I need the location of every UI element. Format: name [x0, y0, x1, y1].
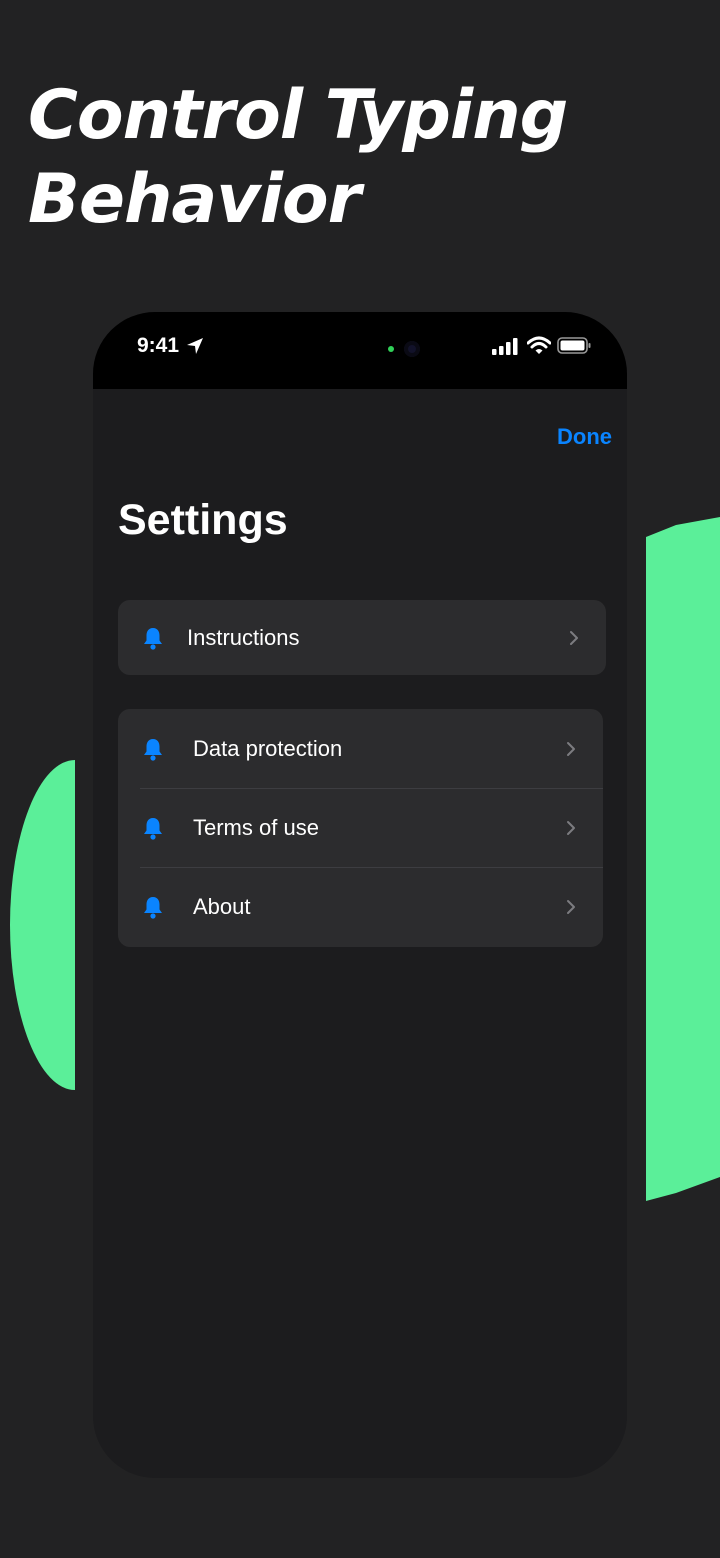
battery-icon [557, 337, 591, 354]
bell-icon [144, 817, 162, 840]
settings-row-label: Instructions [187, 624, 300, 650]
settings-row-label: About [193, 893, 251, 919]
decorative-green-shape-left [10, 760, 75, 1090]
headline-line-2: Behavior [28, 160, 361, 239]
headline: Control Typing Behavior [28, 74, 568, 242]
wifi-icon [527, 336, 551, 354]
chevron-right-icon [567, 741, 575, 756]
settings-row-label: Terms of use [193, 814, 319, 840]
settings-row-about[interactable]: About [118, 867, 603, 946]
bell-icon [144, 738, 162, 761]
settings-row-data-protection[interactable]: Data protection [118, 709, 603, 788]
page-title: Settings [118, 496, 288, 544]
location-arrow-icon [187, 338, 203, 354]
decorative-green-shape-right [646, 517, 720, 1201]
camera-indicator-dot [388, 346, 394, 352]
done-button[interactable]: Done [557, 424, 612, 450]
chevron-right-icon [567, 820, 575, 835]
settings-group-1: Instructions [118, 600, 606, 675]
cellular-signal-icon [492, 338, 518, 355]
phone-mockup: 9:41 Done Settings Instructions Data pro… [93, 312, 627, 1478]
bell-icon [144, 627, 162, 650]
status-bar: 9:41 [93, 312, 627, 389]
settings-group-2: Data protection Terms of use About [118, 709, 603, 947]
settings-row-terms-of-use[interactable]: Terms of use [118, 788, 603, 867]
bell-icon [144, 896, 162, 919]
status-time: 9:41 [137, 334, 180, 357]
settings-row-label: Data protection [193, 735, 343, 761]
settings-row-instructions[interactable]: Instructions [118, 600, 606, 675]
chevron-right-icon [567, 899, 575, 914]
camera-icon [404, 341, 420, 357]
headline-line-1: Control Typing [28, 76, 568, 155]
chevron-right-icon [570, 630, 578, 645]
